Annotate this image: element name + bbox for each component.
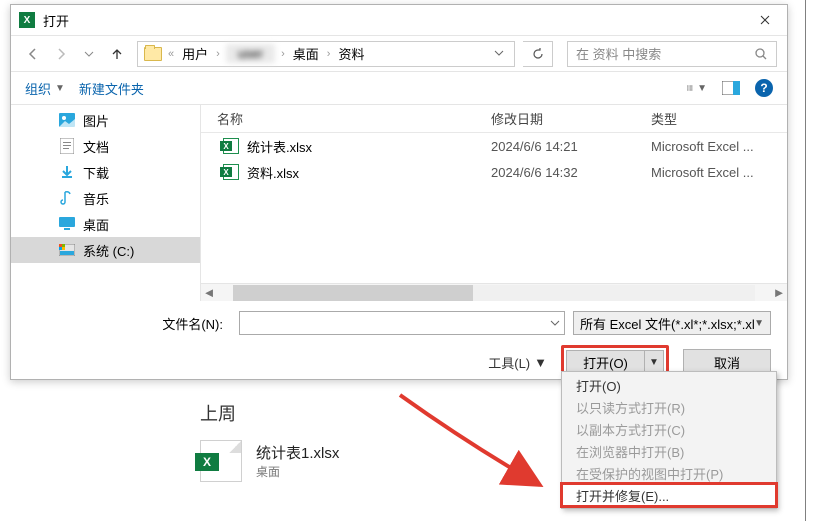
scroll-right[interactable]: ► xyxy=(771,285,787,301)
address-bar[interactable]: « 用户 › user › 桌面 › 资料 xyxy=(137,41,515,67)
menu-item: 在浏览器中打开(B) xyxy=(562,440,776,462)
menu-item[interactable]: 打开(O) xyxy=(562,374,776,396)
drive-icon xyxy=(59,242,75,258)
tools-button[interactable]: 工具(L) ▼ xyxy=(488,353,547,372)
doc-icon xyxy=(59,138,75,154)
nav-bar: « 用户 › user › 桌面 › 资料 在 资料 中搜索 xyxy=(11,35,787,71)
xlsx-icon xyxy=(223,164,239,180)
chevron-down-icon xyxy=(550,318,560,328)
recent-file-location: 桌面 xyxy=(256,463,339,480)
folder-icon xyxy=(144,47,162,61)
refresh-button[interactable] xyxy=(523,41,553,67)
new-folder-button[interactable]: 新建文件夹 xyxy=(79,79,144,98)
page-divider xyxy=(805,0,806,521)
col-date[interactable]: 修改日期 xyxy=(491,109,651,128)
file-list-area: 名称 修改日期 类型 统计表.xlsx2024/6/6 14:21Microso… xyxy=(201,105,787,301)
col-type[interactable]: 类型 xyxy=(651,109,787,128)
crumb-folder[interactable]: 资料 xyxy=(336,42,366,65)
refresh-icon xyxy=(531,47,545,61)
excel-file-icon: X xyxy=(200,440,242,482)
dialog-title: 打开 xyxy=(43,11,742,30)
menu-item[interactable]: 打开并修复(E)... xyxy=(562,484,776,506)
tree-item-desktop[interactable]: 桌面 xyxy=(11,211,200,237)
crumb-user[interactable]: user xyxy=(226,44,275,63)
horizontal-scrollbar[interactable]: ◄ ► xyxy=(201,283,787,301)
annotation-arrow xyxy=(390,385,570,505)
crumb-desktop[interactable]: 桌面 xyxy=(291,42,321,65)
tree-item-image[interactable]: 图片 xyxy=(11,107,200,133)
download-icon xyxy=(59,164,75,180)
dialog-footer: 文件名(N): 所有 Excel 文件(*.xl*;*.xlsx;*.xl▼ 工… xyxy=(11,301,787,375)
crumb-users[interactable]: 用户 xyxy=(180,42,210,65)
file-rows: 统计表.xlsx2024/6/6 14:21Microsoft Excel ..… xyxy=(201,133,787,283)
recent-section: 上周 X 统计表1.xlsx 桌面 xyxy=(200,400,339,482)
image-icon xyxy=(59,112,75,128)
tree-item-doc[interactable]: 文档 xyxy=(11,133,200,159)
tree-item-music[interactable]: 音乐 xyxy=(11,185,200,211)
organize-button[interactable]: 组织▼ xyxy=(25,79,65,98)
music-icon xyxy=(59,190,75,206)
nav-forward[interactable] xyxy=(49,42,73,66)
menu-item: 以副本方式打开(C) xyxy=(562,418,776,440)
titlebar: X 打开 xyxy=(11,5,787,35)
close-icon xyxy=(760,15,770,25)
help-button[interactable]: ? xyxy=(755,79,773,97)
preview-pane-toggle[interactable] xyxy=(721,79,741,97)
toolbar: 组织▼ 新建文件夹 ▼ ? xyxy=(11,71,787,105)
open-dialog: X 打开 « 用户 › user › 桌面 › 资料 在 资料 中搜索 xyxy=(10,4,788,380)
tree-item-drive[interactable]: 系统 (C:) xyxy=(11,237,200,263)
tree-item-download[interactable]: 下载 xyxy=(11,159,200,185)
file-row[interactable]: 资料.xlsx2024/6/6 14:32Microsoft Excel ... xyxy=(201,159,787,185)
file-type-filter[interactable]: 所有 Excel 文件(*.xl*;*.xlsx;*.xl▼ xyxy=(573,311,771,335)
address-dropdown[interactable] xyxy=(490,46,508,61)
view-options[interactable]: ▼ xyxy=(687,79,707,97)
desktop-icon xyxy=(59,216,75,232)
nav-recent-dropdown[interactable] xyxy=(77,42,101,66)
close-button[interactable] xyxy=(742,5,787,35)
nav-up[interactable] xyxy=(105,42,129,66)
excel-app-icon: X xyxy=(19,12,35,28)
file-row[interactable]: 统计表.xlsx2024/6/6 14:21Microsoft Excel ..… xyxy=(201,133,787,159)
scroll-thumb[interactable] xyxy=(233,285,473,301)
open-dropdown-menu: 打开(O)以只读方式打开(R)以副本方式打开(C)在浏览器中打开(B)在受保护的… xyxy=(561,371,777,509)
xlsx-icon xyxy=(223,138,239,154)
recent-heading: 上周 xyxy=(200,400,339,426)
filename-label: 文件名(N): xyxy=(21,314,231,333)
crumb-root-sep: « xyxy=(164,48,178,60)
column-headers: 名称 修改日期 类型 xyxy=(201,105,787,133)
search-input[interactable]: 在 资料 中搜索 xyxy=(567,41,777,67)
recent-file[interactable]: X 统计表1.xlsx 桌面 xyxy=(200,440,339,482)
menu-item: 以只读方式打开(R) xyxy=(562,396,776,418)
menu-item: 在受保护的视图中打开(P) xyxy=(562,462,776,484)
search-icon xyxy=(754,47,768,61)
scroll-left[interactable]: ◄ xyxy=(201,285,217,301)
nav-tree: 图片文档下载音乐桌面系统 (C:) xyxy=(11,105,201,301)
search-placeholder: 在 资料 中搜索 xyxy=(576,44,754,63)
filename-input[interactable] xyxy=(239,311,565,335)
col-name[interactable]: 名称 xyxy=(201,109,491,128)
nav-back[interactable] xyxy=(21,42,45,66)
recent-file-name: 统计表1.xlsx xyxy=(256,442,339,463)
